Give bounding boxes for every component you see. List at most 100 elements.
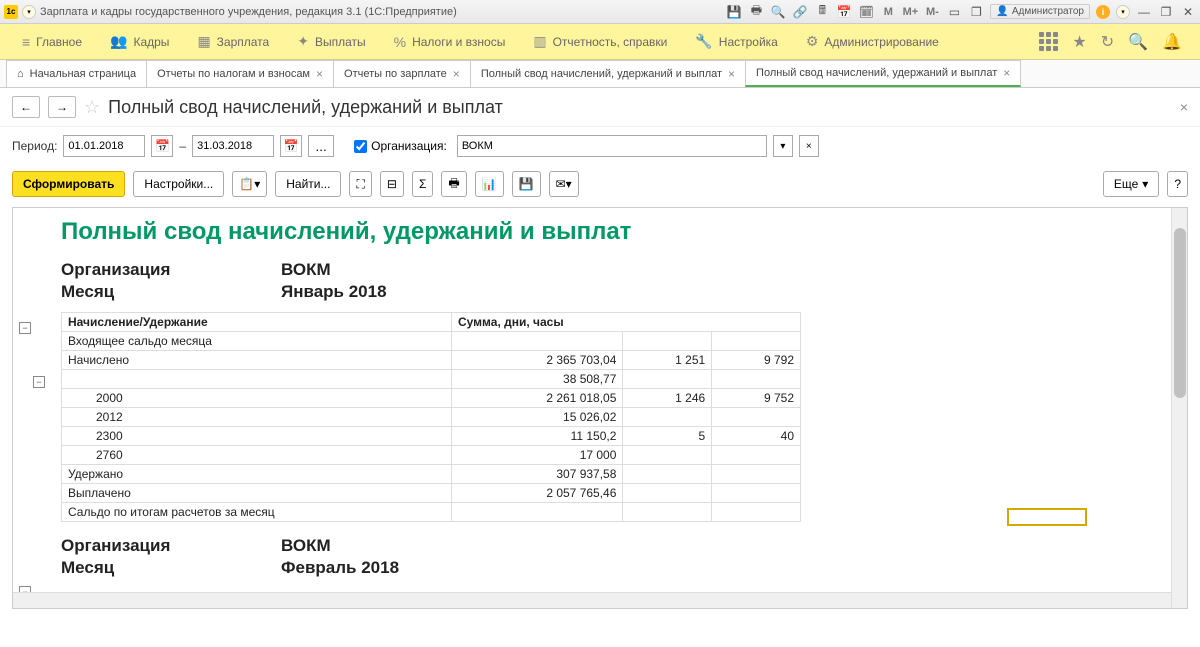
apps-icon[interactable] (1039, 32, 1058, 51)
org-checkbox[interactable]: Организация: (354, 139, 447, 153)
report-table: Начисление/Удержание Сумма, дни, часы Вх… (61, 312, 801, 522)
org-clear-button[interactable]: × (799, 135, 819, 157)
calendar-icon[interactable]: 📅 (836, 4, 852, 20)
month-value: Январь 2018 (281, 282, 387, 302)
generate-button[interactable]: Сформировать (12, 171, 125, 197)
save-icon[interactable]: 💾 (726, 4, 742, 20)
email-button[interactable]: ✉▾ (549, 171, 579, 197)
table-row: 20002 261 018,051 2469 752 (62, 389, 801, 408)
report-title: Полный свод начислений, удержаний и выпл… (61, 218, 1171, 246)
search-icon[interactable]: 🔍 (770, 4, 786, 20)
nav-taxes[interactable]: %Налоги и взносы (380, 34, 520, 50)
m-icon[interactable]: M (880, 4, 896, 20)
col-header-sum: Сумма, дни, часы (452, 313, 801, 332)
report-icon: ▥ (533, 33, 546, 50)
chart-icon[interactable]: 📊 (475, 171, 504, 197)
app-menu-dropdown[interactable]: ▾ (22, 5, 36, 19)
org-input[interactable] (457, 135, 767, 157)
toolbar: Сформировать Настройки... 📋▾ Найти... ⛶ … (0, 165, 1200, 203)
date-from-input[interactable] (63, 135, 145, 157)
nav-search-icon[interactable]: 🔍 (1128, 32, 1148, 52)
month-label-2: Месяц (61, 558, 281, 578)
col-header-name: Начисление/Удержание (62, 313, 452, 332)
table-row: Сальдо по итогам расчетов за месяц (62, 503, 801, 522)
collapse-icon[interactable]: ⊟ (380, 171, 404, 197)
tab-tax-reports[interactable]: Отчеты по налогам и взносам× (146, 60, 334, 87)
minimize-icon[interactable]: — (1136, 4, 1152, 20)
people-icon: 👥 (110, 33, 127, 50)
calc-icon[interactable]: 🖩 (814, 4, 830, 20)
table-row: Входящее сальдо месяца (62, 332, 801, 351)
schedule-icon[interactable]: 🗓 (858, 4, 874, 20)
find-button[interactable]: Найти... (275, 171, 341, 197)
tab-bar: ⌂Начальная страница Отчеты по налогам и … (0, 60, 1200, 88)
filters-bar: Период: 📅 – 📅 ... Организация: ▾ × (0, 127, 1200, 165)
date-to-input[interactable] (192, 135, 274, 157)
org-dropdown-button[interactable]: ▾ (773, 135, 793, 157)
nav-payments[interactable]: ✦Выплаты (283, 33, 379, 50)
close-icon[interactable]: × (1003, 66, 1010, 80)
org-checkbox-input[interactable] (354, 140, 367, 153)
horizontal-scrollbar[interactable] (13, 592, 1171, 608)
calendar-from-icon[interactable]: 📅 (151, 135, 173, 157)
nav-main[interactable]: ≡Главное (8, 34, 96, 50)
help-button[interactable]: ? (1167, 171, 1188, 197)
save-report-icon[interactable]: 💾 (512, 171, 541, 197)
page-title: Полный свод начислений, удержаний и выпл… (108, 97, 503, 118)
period-label: Период: (12, 139, 57, 153)
table-row: Начислено2 365 703,041 2519 792 (62, 351, 801, 370)
link-icon[interactable]: 🔗 (792, 4, 808, 20)
forward-button[interactable]: → (48, 96, 76, 118)
scroll-thumb[interactable] (1174, 228, 1186, 398)
calendar-to-icon[interactable]: 📅 (280, 135, 302, 157)
print-icon[interactable]: 🖶 (748, 4, 764, 20)
app-icon: 1c (4, 5, 18, 19)
outline-collapse-2[interactable]: − (33, 376, 45, 388)
org-value: ВОКМ (281, 260, 331, 280)
tab-salary-reports[interactable]: Отчеты по зарплате× (333, 60, 471, 87)
close-icon[interactable]: × (453, 67, 460, 81)
nav-settings[interactable]: 🔧Настройка (681, 33, 792, 50)
more-button[interactable]: Еще ▾ (1103, 171, 1159, 197)
favorite-icon[interactable]: ☆ (84, 97, 100, 118)
page-close-icon[interactable]: × (1180, 99, 1188, 115)
settings-button[interactable]: Настройки... (133, 171, 224, 197)
nav-reports[interactable]: ▥Отчетность, справки (519, 33, 681, 50)
vertical-scrollbar[interactable] (1171, 208, 1187, 608)
close-icon[interactable]: × (728, 67, 735, 81)
nav-salary[interactable]: ▦Зарплата (183, 33, 283, 50)
windows-icon[interactable]: ❐ (968, 4, 984, 20)
outline-gutter: − − − (19, 208, 55, 590)
main-nav: ≡Главное 👥Кадры ▦Зарплата ✦Выплаты %Нало… (0, 24, 1200, 60)
grid-icon: ▦ (197, 33, 210, 50)
org-label-2: Организация (61, 536, 281, 556)
tab-full-report-1[interactable]: Полный свод начислений, удержаний и выпл… (470, 60, 746, 87)
table-row: 201215 026,02 (62, 408, 801, 427)
close-window-icon[interactable]: ✕ (1180, 4, 1196, 20)
window-icon[interactable]: ▭ (946, 4, 962, 20)
nav-personnel[interactable]: 👥Кадры (96, 33, 183, 50)
period-picker-button[interactable]: ... (308, 135, 334, 157)
home-icon: ⌂ (17, 68, 24, 80)
close-icon[interactable]: × (316, 67, 323, 81)
history-icon[interactable]: ↻ (1101, 32, 1114, 52)
star-icon[interactable]: ★ (1072, 32, 1086, 52)
sum-icon[interactable]: Σ (412, 171, 433, 197)
outline-collapse-1[interactable]: − (19, 322, 31, 334)
expand-icon[interactable]: ⛶ (349, 171, 371, 197)
maximize-icon[interactable]: ❐ (1158, 4, 1174, 20)
nav-admin[interactable]: ⚙Администрирование (792, 33, 953, 50)
variants-button[interactable]: 📋▾ (232, 171, 267, 197)
m-plus-icon[interactable]: M+ (902, 4, 918, 20)
bell-icon[interactable]: 🔔 (1162, 32, 1182, 52)
selected-cell[interactable] (1007, 508, 1087, 526)
back-button[interactable]: ← (12, 96, 40, 118)
tab-home[interactable]: ⌂Начальная страница (6, 60, 147, 87)
org-label: Организация (61, 260, 281, 280)
info-icon[interactable]: i (1096, 5, 1110, 19)
info-dropdown[interactable]: ▾ (1116, 5, 1130, 19)
tab-full-report-2[interactable]: Полный свод начислений, удержаний и выпл… (745, 60, 1021, 87)
user-badge[interactable]: 👤 Администратор (990, 4, 1090, 19)
m-minus-icon[interactable]: M- (924, 4, 940, 20)
print-button[interactable]: 🖶 (441, 171, 466, 197)
